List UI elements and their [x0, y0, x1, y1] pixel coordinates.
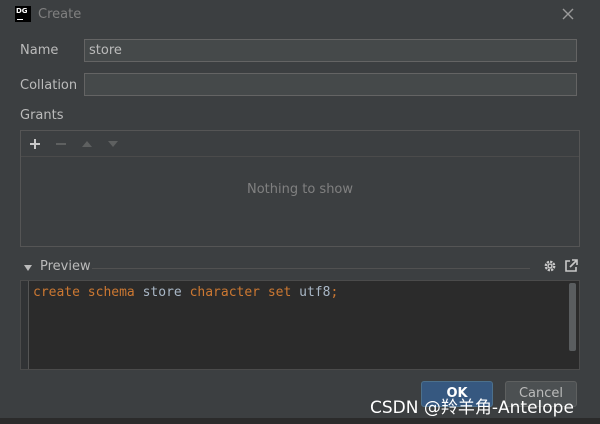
code-token: ; — [330, 285, 339, 300]
dialog-title: Create — [38, 7, 82, 22]
gear-icon — [544, 260, 556, 272]
app-logo-text: DG — [16, 7, 28, 15]
sql-preview-editor[interactable]: create schema store character set utf8; — [20, 280, 580, 370]
preview-divider — [92, 268, 530, 269]
add-grant-button[interactable] — [26, 135, 44, 153]
grants-table: Nothing to show — [20, 130, 580, 247]
code-token: schema — [87, 285, 143, 300]
code-token: character — [189, 285, 268, 300]
code-token: create — [33, 285, 88, 300]
collapse-arrow-icon[interactable] — [23, 263, 33, 273]
datagrip-logo-icon: DG — [15, 6, 31, 22]
remove-grant-button[interactable] — [52, 135, 70, 153]
preview-label: Preview — [40, 259, 91, 274]
code-token: utf8 — [299, 285, 331, 300]
name-input[interactable] — [84, 39, 577, 62]
add-icon — [30, 139, 40, 149]
open-in-editor-button[interactable] — [563, 258, 579, 274]
editor-scrollbar[interactable] — [569, 283, 576, 351]
close-icon — [562, 8, 574, 20]
preview-header: Preview — [20, 258, 580, 278]
collation-label: Collation — [20, 78, 78, 93]
watermark-text: CSDN @羚羊角-Antelope — [370, 398, 574, 418]
move-up-icon — [82, 141, 92, 147]
editor-gutter — [21, 281, 29, 369]
remove-icon — [56, 143, 66, 145]
move-down-button[interactable] — [104, 135, 122, 153]
preview-settings-button[interactable] — [542, 258, 558, 274]
collation-input[interactable] — [84, 73, 577, 96]
title-bar: DG Create — [0, 0, 600, 30]
grants-toolbar — [21, 131, 579, 157]
move-down-icon — [108, 141, 118, 147]
name-label: Name — [20, 43, 59, 58]
grants-label: Grants — [20, 108, 64, 123]
close-button[interactable] — [560, 6, 576, 22]
bottom-edge — [0, 418, 600, 424]
empty-state-text: Nothing to show — [246, 182, 354, 197]
code-line: create schema store character set utf8; — [33, 285, 338, 300]
move-up-button[interactable] — [78, 135, 96, 153]
external-link-icon — [565, 259, 578, 272]
code-token: set — [267, 285, 300, 300]
code-token: store — [142, 285, 190, 300]
